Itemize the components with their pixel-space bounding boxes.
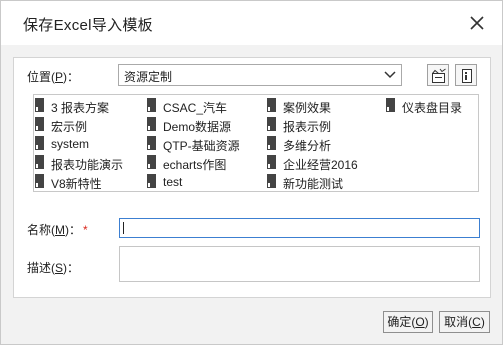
location-label: 位置(P)： — [27, 70, 80, 84]
properties-button[interactable] — [455, 64, 477, 86]
location-select[interactable]: 资源定制 — [118, 64, 402, 86]
cancel-button[interactable]: 取消(C) — [439, 311, 490, 333]
folder-item-label: 多维分析 — [283, 139, 332, 153]
description-input[interactable] — [119, 246, 480, 282]
location-selected-value: 资源定制 — [124, 70, 173, 84]
required-mark: * — [83, 223, 88, 237]
folder-item-label: 报表示例 — [283, 120, 332, 134]
folder-icon — [386, 98, 395, 112]
folder-tree: 3 报表方案 CSAC_汽车 案例效果 仪表盘目录 宏示例 Demo数据源 报表… — [33, 94, 479, 192]
folder-icon — [267, 117, 276, 131]
folder-item-label: 仪表盘目录 — [402, 101, 463, 115]
folder-item-label: V8新特性 — [51, 177, 102, 191]
folder-item-label: system — [51, 137, 90, 151]
name-input[interactable] — [119, 218, 480, 238]
chevron-down-icon — [383, 69, 397, 81]
folder-icon — [147, 98, 156, 112]
folder-icon — [147, 136, 156, 150]
description-label: 描述(S)： — [27, 261, 80, 275]
folder-icon — [267, 98, 276, 112]
new-folder-button[interactable] — [427, 64, 449, 86]
folder-icon — [267, 174, 276, 188]
text-caret — [123, 222, 124, 234]
folder-item-label: 企业经营2016 — [283, 158, 358, 172]
form-panel: 位置(P)： 资源定制 3 报表方案 CSAC_汽车 案例效果 仪表盘目录 宏示… — [13, 57, 491, 298]
ok-button[interactable]: 确定(O) — [383, 311, 433, 333]
save-excel-import-template-dialog: 保存Excel导入模板 位置(P)： 资源定制 3 报表方案 CSAC_汽车 案… — [0, 0, 503, 345]
folder-icon — [147, 174, 156, 188]
folder-icon — [35, 98, 44, 112]
folder-item-label: 报表功能演示 — [51, 158, 124, 172]
folder-item-label: 案例效果 — [283, 101, 332, 115]
folder-item-label: echarts作图 — [163, 158, 227, 172]
folder-item-label: Demo数据源 — [163, 120, 232, 134]
folder-icon — [35, 136, 44, 150]
folder-item-label: QTP-基础资源 — [163, 139, 240, 153]
name-label: 名称(M)： * — [27, 223, 88, 237]
folder-item-label: 宏示例 — [51, 120, 88, 134]
folder-icon — [267, 136, 276, 150]
folder-icon — [147, 117, 156, 131]
folder-icon — [267, 155, 276, 169]
folder-icon — [35, 174, 44, 188]
folder-item-label: CSAC_汽车 — [163, 101, 228, 115]
dialog-titlebar: 保存Excel导入模板 — [1, 1, 502, 45]
folder-icon — [147, 155, 156, 169]
folder-icon — [35, 155, 44, 169]
close-icon[interactable] — [467, 13, 487, 33]
folder-item-label: 3 报表方案 — [51, 101, 110, 115]
folder-item-label: 新功能测试 — [283, 177, 344, 191]
dialog-title: 保存Excel导入模板 — [23, 17, 153, 34]
folder-item-label: test — [163, 175, 183, 189]
folder-icon — [35, 117, 44, 131]
